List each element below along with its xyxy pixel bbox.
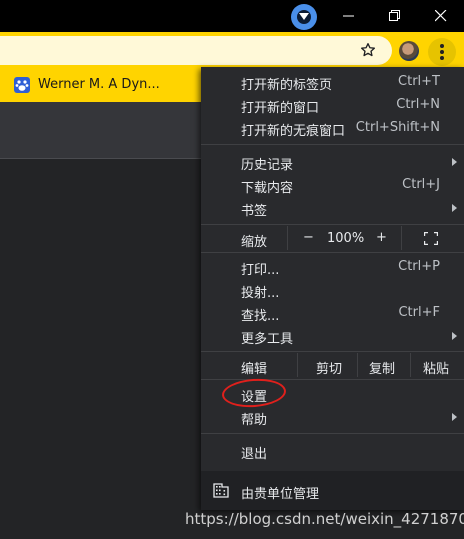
edit-label: 编辑 [241, 362, 268, 377]
menu-item-downloads[interactable]: 下载内容 Ctrl+J [201, 174, 464, 196]
building-icon [213, 483, 229, 498]
zoom-row: 缩放 − 100% + [201, 226, 464, 250]
submenu-arrow-icon [452, 158, 457, 166]
menu-item-exit[interactable]: 退出 [201, 440, 464, 462]
download-indicator-icon[interactable] [291, 4, 317, 30]
toolbar [0, 32, 464, 69]
edit-divider [410, 353, 412, 377]
address-bar[interactable] [0, 36, 392, 65]
managed-by-org[interactable]: 由贵单位管理 [201, 471, 464, 510]
menu-divider [201, 433, 464, 434]
submenu-arrow-icon [452, 413, 457, 421]
menu-item-new-tab[interactable]: 打开新的标签页 Ctrl+T [201, 71, 464, 93]
menu-item-print[interactable]: 打印... Ctrl+P [201, 256, 464, 278]
title-bar [0, 0, 464, 32]
submenu-arrow-icon [452, 204, 457, 212]
bookmark-label: Werner M. A Dyn... [38, 77, 160, 92]
menu-divider [201, 252, 464, 253]
edit-divider [357, 353, 359, 377]
menu-item-new-incognito[interactable]: 打开新的无痕窗口 Ctrl+Shift+N [201, 117, 464, 139]
menu-item-cast[interactable]: 投射... [201, 279, 464, 301]
close-button[interactable] [418, 0, 464, 32]
minimize-button[interactable] [326, 0, 372, 32]
submenu-arrow-icon [452, 332, 457, 340]
zoom-level: 100% [327, 231, 365, 246]
zoom-in-button[interactable]: + [376, 230, 387, 245]
restore-icon [389, 10, 400, 21]
menu-item-new-window[interactable]: 打开新的窗口 Ctrl+N [201, 94, 464, 116]
bookmark-star-icon[interactable] [360, 42, 376, 58]
menu-item-help[interactable]: 帮助 [201, 406, 464, 428]
watermark: https://blog.csdn.net/weixin_42718701 [185, 510, 464, 528]
menu-item-find[interactable]: 查找... Ctrl+F [201, 302, 464, 324]
menu-divider [201, 351, 464, 352]
fullscreen-icon[interactable] [424, 232, 438, 245]
restore-button[interactable] [372, 0, 418, 32]
chrome-main-menu: 打开新的标签页 Ctrl+T 打开新的窗口 Ctrl+N 打开新的无痕窗口 Ct… [201, 67, 464, 510]
zoom-out-button[interactable]: − [303, 230, 314, 245]
menu-item-more-tools[interactable]: 更多工具 [201, 325, 464, 347]
menu-item-bookmarks[interactable]: 书签 [201, 197, 464, 219]
menu-item-history[interactable]: 历史记录 [201, 151, 464, 173]
avatar[interactable] [399, 41, 419, 61]
bookmark-item[interactable]: Werner M. A Dyn... [12, 74, 202, 96]
menu-divider [201, 224, 464, 225]
close-icon [435, 10, 447, 22]
minimize-icon [343, 15, 354, 17]
menu-divider [201, 144, 464, 145]
zoom-label: 缩放 [241, 235, 268, 250]
more-menu-button[interactable] [428, 38, 456, 66]
edit-row: 编辑 剪切 复制 粘贴 [201, 353, 464, 377]
baidu-paw-icon [14, 77, 30, 93]
cut-button[interactable]: 剪切 [316, 358, 342, 377]
copy-button[interactable]: 复制 [369, 358, 395, 377]
paste-button[interactable]: 粘贴 [423, 358, 449, 377]
